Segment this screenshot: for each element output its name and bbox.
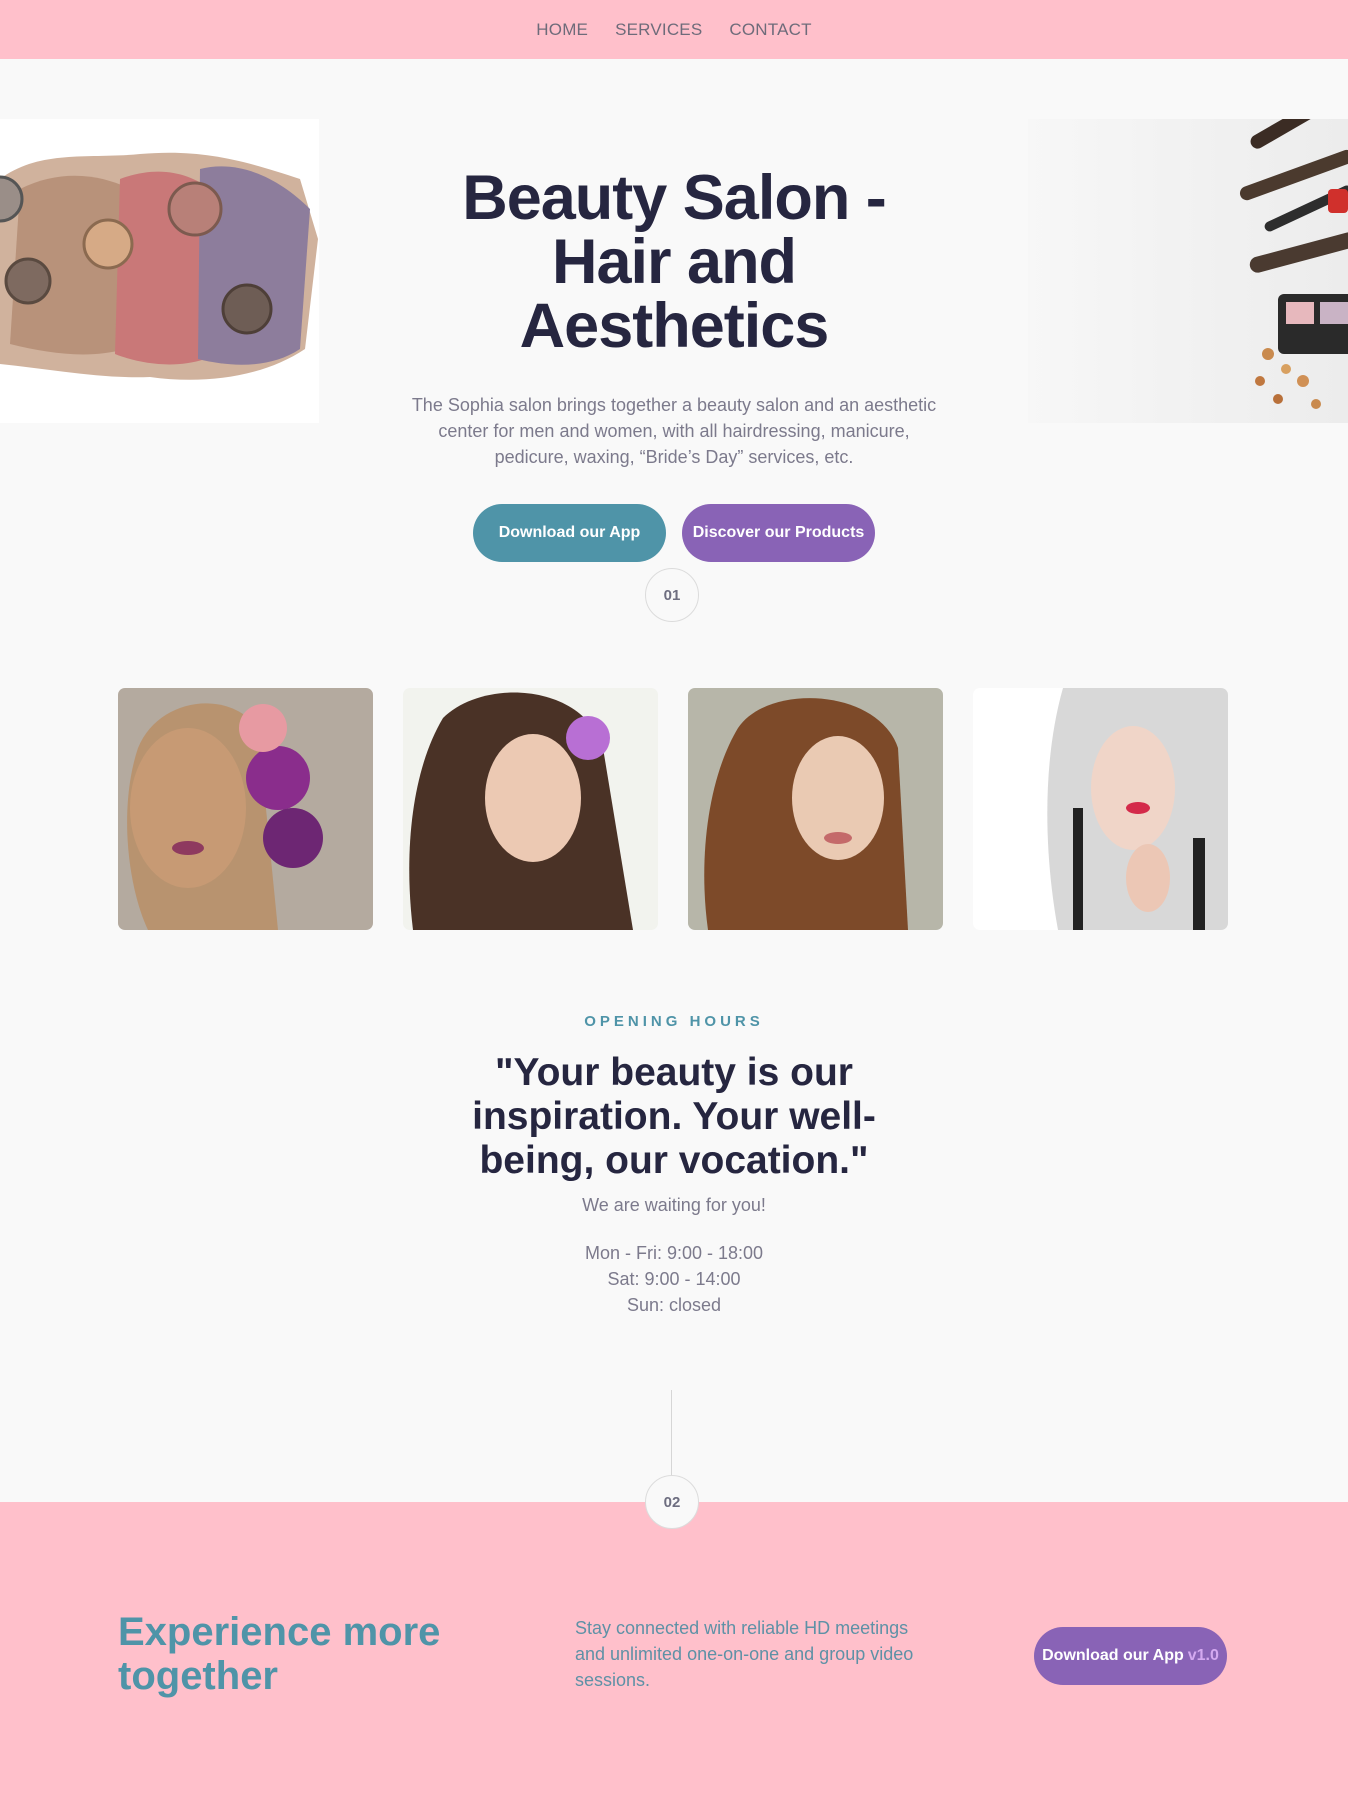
step-indicator-02: 02 (645, 1475, 699, 1529)
discover-products-button[interactable]: Discover our Products (682, 504, 875, 562)
hours-subtitle: We are waiting for you! (582, 1195, 766, 1215)
section-divider-line (671, 1390, 672, 1476)
hero-description: The Sophia salon brings together a beaut… (411, 395, 937, 467)
cta-button-version: v1.0 (1187, 1647, 1219, 1664)
hours-weekdays: Mon - Fri: 9:00 - 18:00 (584, 1243, 764, 1263)
hero-title: Beauty Salon - Hair and Aesthetics (462, 163, 887, 361)
nav-home[interactable]: HOME (536, 20, 588, 40)
makeup-brushes-illustration (1239, 119, 1348, 409)
hours-sunday: Sun: closed (626, 1295, 722, 1315)
makeup-powder-image (0, 119, 319, 423)
download-app-button[interactable]: Download our App (473, 504, 666, 562)
hours-list: Mon - Fri: 9:00 - 18:00 Sat: 9:00 - 14:0… (474, 1240, 874, 1318)
cta-button-label: Download our App (1042, 1647, 1184, 1664)
portrait-curly-hair (704, 698, 908, 930)
makeup-powder-illustration (0, 152, 318, 380)
cta-description: Stay connected with reliable HD meetings… (575, 1618, 914, 1690)
gallery-image-2 (403, 688, 658, 930)
nav-contact[interactable]: CONTACT (729, 20, 811, 40)
portrait-purple-roses (127, 703, 323, 930)
step-indicator-01: 01 (645, 568, 699, 622)
gallery-image-3 (688, 688, 943, 930)
hours-quote: "Your beauty is our inspiration. Your we… (472, 1051, 876, 1182)
top-nav: HOME SERVICES CONTACT (0, 0, 1348, 59)
portrait-orchid (409, 692, 633, 930)
portrait-white-hair (1047, 688, 1228, 930)
gallery-image-1 (118, 688, 373, 930)
nav-services[interactable]: SERVICES (615, 20, 702, 40)
cta-download-app-button[interactable]: Download our App v1.0 (1034, 1627, 1227, 1685)
opening-hours-eyebrow: OPENING HOURS (584, 1013, 764, 1030)
gallery-image-4 (973, 688, 1228, 930)
cta-title: Experience more together (118, 1610, 441, 1698)
hours-saturday: Sat: 9:00 - 14:00 (607, 1269, 741, 1289)
makeup-brushes-image (1028, 119, 1348, 423)
